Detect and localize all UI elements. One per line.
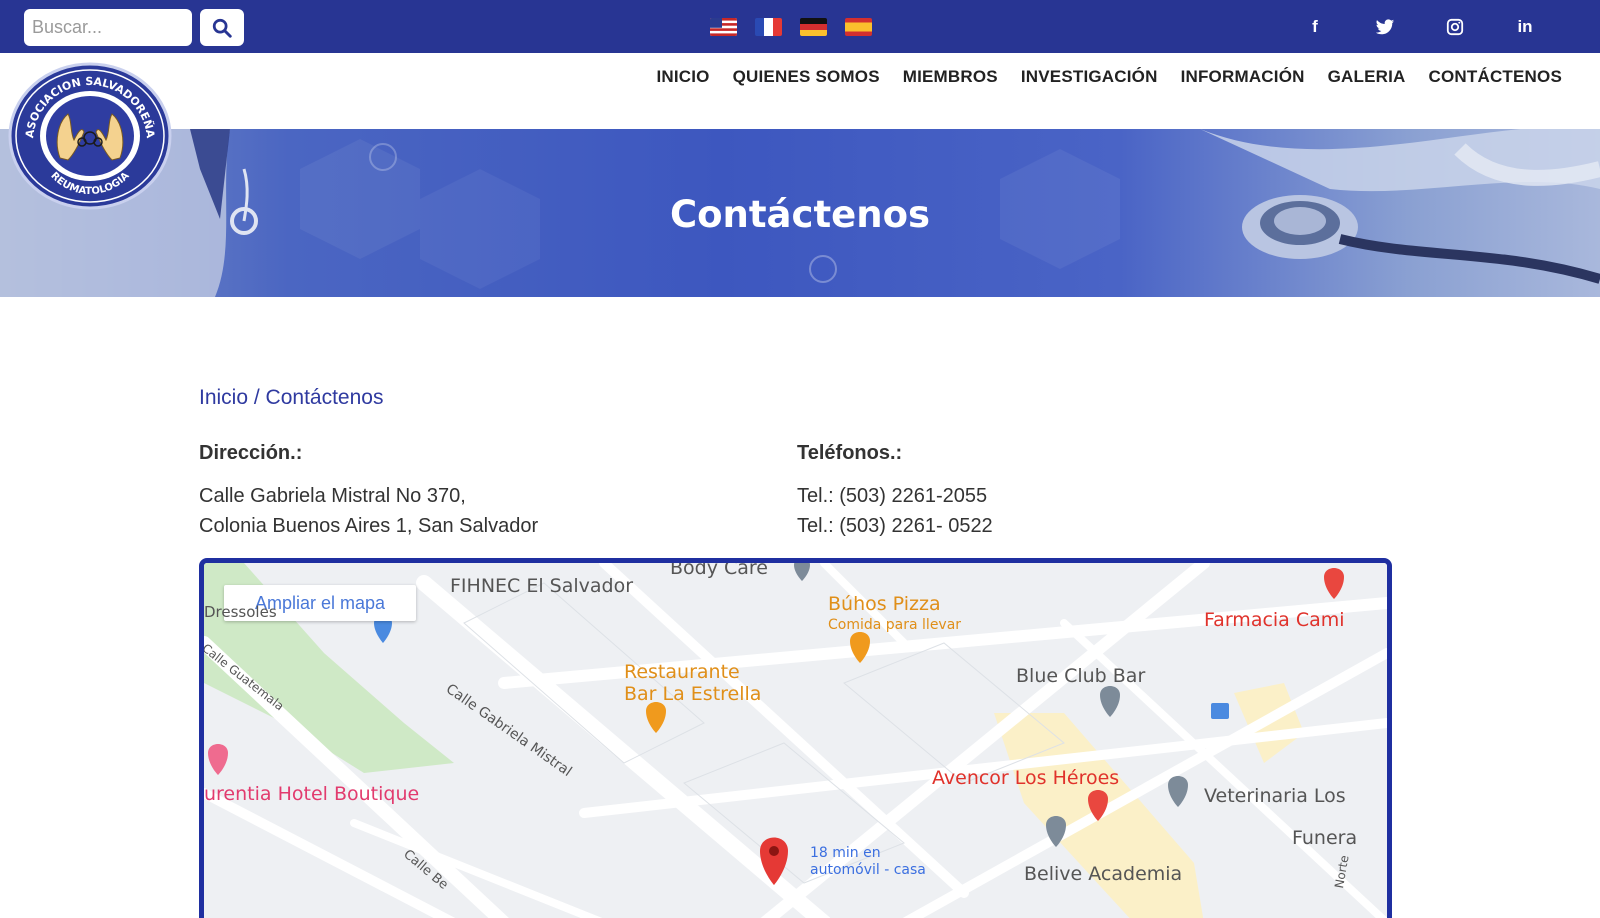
breadcrumb-separator: / <box>248 386 266 409</box>
map-label-route-1: 18 min en <box>810 845 881 861</box>
nav-item-inicio[interactable]: INICIO <box>656 67 709 87</box>
phone-line-2: Tel.: (503) 2261- 0522 <box>797 515 993 537</box>
search-icon <box>212 18 232 38</box>
search-input[interactable] <box>24 9 192 46</box>
map-label-belive[interactable]: Belive Academia <box>1024 863 1182 885</box>
address-heading: Dirección.: <box>199 442 303 464</box>
phones-block: Teléfonos.: Tel.: (503) 2261-2055 Tel.: … <box>797 438 993 541</box>
address-line-1: Calle Gabriela Mistral No 370, <box>199 485 466 507</box>
instagram-icon[interactable] <box>1420 14 1490 40</box>
language-flags <box>710 18 872 36</box>
breadcrumb-home-link[interactable]: Inicio <box>199 386 248 409</box>
map-label-body-care[interactable]: Body Care <box>670 563 768 579</box>
linkedin-label: in <box>1517 17 1533 36</box>
search-bar <box>24 9 244 46</box>
nav-item-galeria[interactable]: GALERIA <box>1328 67 1406 87</box>
es-flag-icon[interactable] <box>845 18 872 36</box>
nav-item-contactenos[interactable]: CONTÁCTENOS <box>1429 67 1562 87</box>
map-label-buhos-sub: Comida para llevar <box>828 617 962 633</box>
nav-item-miembros[interactable]: MIEMBROS <box>903 67 998 87</box>
nav-item-informacion[interactable]: INFORMACIÓN <box>1181 67 1305 87</box>
nav-item-quienes-somos[interactable]: QUIENES SOMOS <box>733 67 880 87</box>
map-label-top-left: Dressoles <box>204 603 277 621</box>
us-flag-icon[interactable] <box>710 18 737 36</box>
map-label-hotel[interactable]: urentia Hotel Boutique <box>204 783 419 805</box>
de-flag-icon[interactable] <box>800 18 827 36</box>
nav-item-investigacion[interactable]: INVESTIGACIÓN <box>1021 67 1158 87</box>
top-bar: f in <box>0 0 1600 53</box>
google-map[interactable]: Ampliar el mapa FIHNEC El Salvador Body … <box>199 558 1392 918</box>
map-label-veterinaria[interactable]: Veterinaria Los <box>1204 785 1346 807</box>
facebook-icon[interactable]: f <box>1280 14 1350 40</box>
search-button[interactable] <box>200 9 244 46</box>
map-label-farmacia[interactable]: Farmacia Cami <box>1204 609 1345 631</box>
main-nav: INICIO QUIENES SOMOS MIEMBROS INVESTIGAC… <box>656 67 1562 87</box>
map-label-route-2: automóvil - casa <box>810 862 926 878</box>
map-label-avencor[interactable]: Avencor Los Héroes <box>932 767 1119 789</box>
breadcrumb: Inicio / Contáctenos <box>199 386 383 410</box>
twitter-icon[interactable] <box>1350 14 1420 40</box>
map-label-fihnec[interactable]: FIHNEC El Salvador <box>450 575 633 597</box>
phones-heading: Teléfonos.: <box>797 442 903 464</box>
phone-line-1: Tel.: (503) 2261-2055 <box>797 485 988 507</box>
social-links: f in <box>1280 14 1560 40</box>
main-navbar: INICIO QUIENES SOMOS MIEMBROS INVESTIGAC… <box>0 53 1600 129</box>
page-title: Contáctenos <box>669 193 931 236</box>
map-label-funera[interactable]: Funera <box>1292 827 1357 849</box>
address-block: Dirección.: Calle Gabriela Mistral No 37… <box>199 438 538 541</box>
map-label-blue-club[interactable]: Blue Club Bar <box>1016 665 1145 687</box>
facebook-label: f <box>1312 17 1318 36</box>
breadcrumb-current: Contáctenos <box>265 386 384 409</box>
hero-banner: Contáctenos <box>0 129 1600 297</box>
association-logo[interactable]: ASOCIACION SALVADOREÑA REUMATOLOGIA <box>8 62 172 210</box>
linkedin-icon[interactable]: in <box>1490 14 1560 40</box>
map-label-buhos-pizza[interactable]: Búhos Pizza <box>828 593 941 615</box>
address-line-2: Colonia Buenos Aires 1, San Salvador <box>199 515 539 537</box>
fr-flag-icon[interactable] <box>755 18 782 36</box>
map-label-restaurante-2[interactable]: Bar La Estrella <box>624 683 761 705</box>
map-label-restaurante-1[interactable]: Restaurante <box>624 661 740 683</box>
